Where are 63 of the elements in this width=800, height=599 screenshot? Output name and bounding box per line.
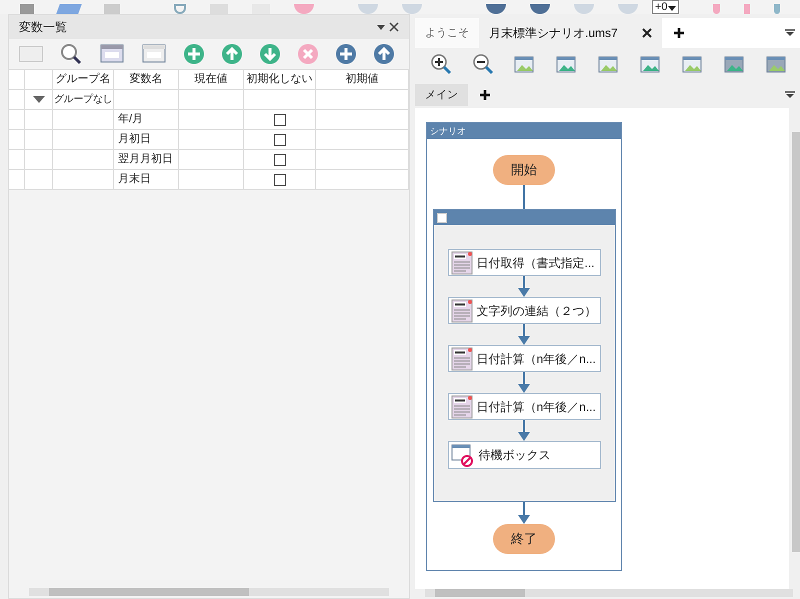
flow-arrow	[517, 324, 531, 345]
no-init-checkbox[interactable]	[274, 154, 286, 166]
column-header[interactable]: 初期化しない	[244, 70, 316, 90]
sheet-list-icon[interactable]	[785, 91, 795, 99]
expand-caret-icon[interactable]	[32, 96, 44, 103]
flow-arrow	[517, 276, 531, 297]
close-icon[interactable]	[642, 28, 652, 38]
zoom-in-icon[interactable]	[429, 52, 453, 76]
sheet-tab[interactable]: メイン	[415, 84, 468, 106]
script-document-icon	[450, 346, 472, 370]
flow-connector	[523, 185, 525, 209]
column-header[interactable]: 現在値	[179, 70, 244, 90]
group-up-icon[interactable]	[373, 43, 395, 65]
speed-field[interactable]: +0	[652, 0, 679, 14]
window-prohibited-icon	[450, 443, 474, 467]
horizontal-scrollbar[interactable]	[425, 589, 793, 597]
add-group-icon[interactable]	[335, 43, 357, 65]
end-node: 終了	[493, 524, 555, 554]
flow-arrow	[517, 420, 531, 441]
action-node[interactable]: 日付取得（書式指定...	[448, 249, 600, 276]
group-name-cell: グループなし	[53, 90, 114, 110]
table-cell	[179, 90, 244, 110]
table-cell	[53, 130, 114, 150]
script-document-icon	[450, 394, 472, 418]
flow-arrow	[517, 502, 531, 524]
add-icon[interactable]	[183, 43, 205, 65]
start-node: 開始	[493, 155, 555, 185]
no-init-checkbox[interactable]	[274, 134, 286, 146]
table-cell	[53, 150, 114, 170]
add-tab-icon[interactable]	[674, 28, 684, 38]
move-down-icon[interactable]	[259, 43, 281, 65]
table-cell	[25, 130, 53, 150]
table-cell	[114, 90, 179, 110]
column-header[interactable]: 初期値	[316, 70, 409, 90]
variable-name-cell: 月末日	[114, 170, 179, 190]
variable-name-cell: 翌月月初日	[114, 150, 179, 170]
scenario-title: シナリオ	[427, 123, 621, 139]
table-cell	[25, 150, 53, 170]
no-init-checkbox[interactable]	[274, 174, 286, 186]
search-icon[interactable]	[59, 42, 83, 66]
column-header[interactable]: 変数名	[114, 70, 179, 90]
flow-arrow	[517, 372, 531, 393]
script-document-icon	[450, 250, 472, 274]
add-sheet-icon[interactable]	[480, 90, 490, 100]
panel-menu-caret-icon[interactable]	[377, 24, 385, 30]
column-header[interactable]: グループ名	[53, 70, 114, 90]
action-node[interactable]: 待機ボックス	[448, 441, 600, 469]
table-cell	[53, 110, 114, 130]
collapse-icon[interactable]	[436, 212, 446, 222]
panel-title: 変数一覧	[19, 19, 67, 36]
move-up-icon[interactable]	[221, 43, 243, 65]
action-node[interactable]: 文字列の連結（２つ）	[448, 297, 600, 324]
close-icon[interactable]	[389, 22, 399, 32]
variable-name-cell: 年/月	[114, 110, 179, 130]
document-tab[interactable]: ようこそ	[415, 18, 479, 48]
tab-list-icon[interactable]	[785, 29, 795, 37]
script-document-icon	[450, 298, 472, 322]
no-init-checkbox[interactable]	[274, 114, 286, 126]
action-node[interactable]: 日付計算（n年後／n...	[448, 393, 600, 420]
variable-name-cell: 月初日	[114, 130, 179, 150]
action-node[interactable]: 日付計算（n年後／n...	[448, 345, 600, 372]
zoom-out-icon[interactable]	[471, 52, 495, 76]
horizontal-scrollbar[interactable]	[29, 588, 389, 596]
